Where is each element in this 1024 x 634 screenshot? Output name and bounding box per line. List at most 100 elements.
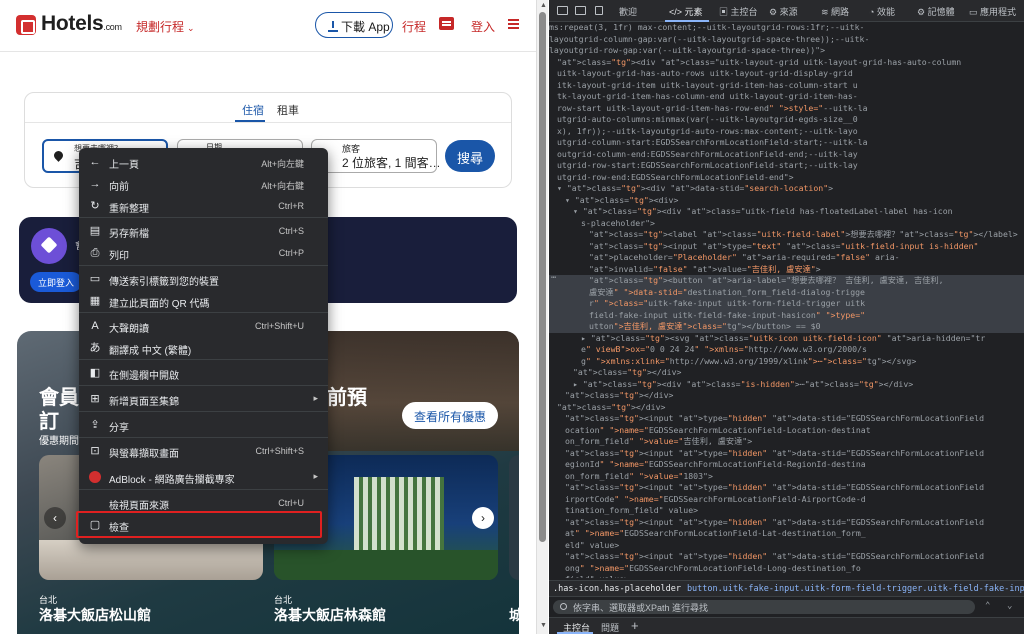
tab-sources[interactable]: ⚙ 來源 xyxy=(769,5,798,18)
tab-memory[interactable]: ⚙ 記憶體 xyxy=(917,5,955,18)
add-tab-icon[interactable]: + xyxy=(631,618,639,633)
element-breadcrumb[interactable]: .has-icon.has-placeholder button.uitk-fak… xyxy=(549,580,1024,596)
dom-line[interactable]: on_form_field" ">value="1803"> xyxy=(549,471,1024,483)
dom-line[interactable]: ▸ "at">class="tg"><div "at">class="is-hi… xyxy=(549,379,1024,391)
dom-line[interactable]: row-start uitk-layout-grid-item-has-row-… xyxy=(549,103,1024,115)
tab-application[interactable]: ▭ 應用程式 xyxy=(969,5,1016,18)
dom-line[interactable]: egionId" ">name="EGDSSearchFormLocationF… xyxy=(549,459,1024,471)
dom-line[interactable]: field-fake-input uitk-field-fake-input-h… xyxy=(549,309,1024,321)
dom-line[interactable]: "at">class="tg"></div> xyxy=(549,402,1024,414)
context-menu-item[interactable]: ▤ 另存新檔 Ctrl+S xyxy=(79,221,328,243)
scroll-down-arrow-icon[interactable]: ▼ xyxy=(540,622,547,629)
dom-line[interactable]: ms:repeat(3, 1fr) max-content;--uitk-lay… xyxy=(549,22,1024,34)
dom-line[interactable]: irportCode" ">name="EGDSSearchFormLocati… xyxy=(549,494,1024,506)
hotel-name[interactable]: 城 xyxy=(509,605,519,625)
find-input[interactable]: 依字串、選取器或XPath 進行尋找 xyxy=(553,600,975,614)
dom-line[interactable]: layoutgrid-row-gap:var(--uitk-layoutgrid… xyxy=(549,45,1024,57)
dom-line[interactable]: utgrid-row-start:EGDSSearchFormLocationF… xyxy=(549,160,1024,172)
scroll-up-arrow-icon[interactable]: ▲ xyxy=(540,2,547,9)
chat-icon[interactable] xyxy=(439,17,454,30)
context-menu-item[interactable]: → 向前 Alt+向右鍵 xyxy=(79,174,328,196)
tab-stays[interactable]: 住宿 xyxy=(242,102,264,118)
context-menu-item[interactable]: ← 上一頁 Alt+向左鍵 xyxy=(79,152,328,174)
dom-line[interactable]: ong" ">name="EGDSSearchFormLocationField… xyxy=(549,563,1024,575)
hotels-logo-icon[interactable] xyxy=(16,15,36,35)
view-all-deals-button[interactable]: 查看所有優惠 xyxy=(402,402,498,429)
dom-line[interactable]: "at">class="tg"></div> xyxy=(549,367,1024,379)
dom-line[interactable]: "at">class="tg"><button "at">aria-label=… xyxy=(549,275,1024,287)
dom-line[interactable]: at" ">name="EGDSSearchFormLocationField-… xyxy=(549,528,1024,540)
dom-line[interactable]: tination_form_field" value> xyxy=(549,505,1024,517)
more-options-icon[interactable]: ⋯ xyxy=(551,273,556,283)
dom-line[interactable]: ▸ "at">class="tg"><svg "at">class="uitk-… xyxy=(549,333,1024,345)
dom-line[interactable]: s-placeholder"> xyxy=(549,218,1024,230)
dom-line[interactable]: "at">class="tg"><input "at">type="hidden… xyxy=(549,448,1024,460)
dom-line[interactable]: utgrid-column-start:EGDSSearchFormLocati… xyxy=(549,137,1024,149)
dom-line[interactable]: layoutgrid-column-gap:var(--uitk-layoutg… xyxy=(549,34,1024,46)
carousel-prev-button[interactable]: ‹ xyxy=(44,507,66,529)
download-app-button[interactable]: 下載 App xyxy=(315,12,393,38)
context-menu-item[interactable]: ▭ 傳送索引標籤到您的裝置 xyxy=(79,269,328,291)
inspect-element-icon[interactable] xyxy=(557,6,568,15)
dom-line[interactable]: "at">class="tg"><input "at">type="text" … xyxy=(549,241,1024,253)
tab-cars[interactable]: 租車 xyxy=(277,102,299,118)
hotel-name[interactable]: 洛碁大飯店林森館 xyxy=(274,605,386,625)
carousel-next-button[interactable]: › xyxy=(472,507,494,529)
dom-line[interactable]: g" ">xmlns:xlink="http://www.w3.org/1999… xyxy=(549,356,1024,368)
tab-console[interactable]: ▣ 主控台 xyxy=(719,5,758,18)
dom-line[interactable]: eld" value> xyxy=(549,540,1024,552)
dom-line[interactable]: field" value> xyxy=(549,574,1024,578)
dom-line[interactable]: ▾ "at">class="tg"><div "at">data-stid="s… xyxy=(549,183,1024,195)
search-button[interactable]: 搜尋 xyxy=(445,140,495,172)
dom-line[interactable]: utgrid-row-end:EGDSSearchFormLocationFie… xyxy=(549,172,1024,184)
dom-line[interactable]: r" ">class="uitk-fake-input uitk-form-fi… xyxy=(549,298,1024,310)
context-menu-item[interactable]: あ翻譯成 中文 (繁體) xyxy=(79,338,328,360)
dom-line[interactable]: ▾ "at">class="tg"><div "at">class="uitk-… xyxy=(549,206,1024,218)
tab-network[interactable]: ≋ 網路 xyxy=(821,5,849,18)
login-link[interactable]: 登入 xyxy=(471,18,495,35)
page-scrollbar[interactable]: ▲ ▼ xyxy=(536,0,548,634)
dom-line[interactable]: ▾ "at">class="tg"><div> xyxy=(549,195,1024,207)
context-menu-item[interactable]: ⊞ 新增頁面至集錦 ▸ xyxy=(79,389,328,411)
dom-line[interactable]: outgrid-column-end:EGDSSearchFormLocatio… xyxy=(549,149,1024,161)
dom-line[interactable]: uitk-layout-grid-has-auto-rows uitk-layo… xyxy=(549,68,1024,80)
dom-line[interactable]: "at">class="tg"><div "at">class="uitk-la… xyxy=(549,57,1024,69)
dom-line[interactable]: utgrid-auto-columns:minmax(var(--uitk-la… xyxy=(549,114,1024,126)
dom-line[interactable]: "at">class="tg"><input "at">type="hidden… xyxy=(549,413,1024,425)
dom-line[interactable]: "at">class="tg"></div> xyxy=(549,390,1024,402)
dom-line[interactable]: "at">placeholder="Placeholder" "at">aria… xyxy=(549,252,1024,264)
dom-line[interactable]: tk-layout-grid-item-has-column-end uitk-… xyxy=(549,91,1024,103)
dom-line[interactable]: utton">吉佳利, 盧安達">class="tg"></button> ==… xyxy=(549,321,1024,333)
login-now-button[interactable]: 立即登入 xyxy=(30,272,82,292)
context-menu-item[interactable]: ◧ 在側邊欄中開啟 xyxy=(79,363,328,385)
tab-welcome[interactable]: 歡迎 xyxy=(619,5,637,18)
guests-field[interactable]: 旅客 2 位旅客, 1 間客… xyxy=(311,139,441,173)
dom-tree[interactable]: ms:repeat(3, 1fr) max-content;--uitk-lay… xyxy=(549,22,1024,578)
trips-link[interactable]: 行程 xyxy=(402,18,426,35)
scrollbar-thumb[interactable] xyxy=(539,12,546,542)
context-menu-item[interactable]: ⎙ 列印 Ctrl+P xyxy=(79,243,328,265)
hamburger-menu-icon[interactable] xyxy=(508,19,519,21)
sidebar-toggle-icon[interactable] xyxy=(595,6,603,15)
dom-line[interactable]: "at">class="tg"><input "at">type="hidden… xyxy=(549,517,1024,529)
find-next-icon[interactable]: ⌄ xyxy=(1007,601,1012,611)
dom-line[interactable]: "at">invalid="false" "at">value="吉佳利, 盧安… xyxy=(549,264,1024,276)
dom-line[interactable]: "at">class="tg"><input "at">type="hidden… xyxy=(549,482,1024,494)
tab-performance[interactable]: ◔ 效能 xyxy=(869,5,895,18)
hotel-name[interactable]: 洛碁大飯店松山館 xyxy=(39,605,151,625)
dom-line[interactable]: on_form_field" ">value="吉佳利, 盧安達"> xyxy=(549,436,1024,448)
dom-line[interactable]: ocation" ">name="EGDSSearchFormLocationF… xyxy=(549,425,1024,437)
context-menu-item[interactable]: ⇪ 分享 xyxy=(79,415,328,437)
context-menu-item[interactable]: ↻ 重新整理 Ctrl+R xyxy=(79,196,328,218)
dom-line[interactable]: "at">class="tg"><label "at">class="uitk-… xyxy=(549,229,1024,241)
plan-trip-menu[interactable]: 規劃行程 ⌄ xyxy=(136,18,195,35)
device-emulation-icon[interactable] xyxy=(575,6,586,15)
site-logo[interactable]: Hotels.com xyxy=(41,12,122,36)
context-menu-item[interactable]: A 大聲朗讀 Ctrl+Shift+U xyxy=(79,316,328,338)
dom-line[interactable]: x), 1fr));--uitk-layoutgrid-auto-rows:ma… xyxy=(549,126,1024,138)
drawer-tab-issues[interactable]: 問題 xyxy=(601,621,619,634)
hotel-card[interactable] xyxy=(509,455,519,580)
dom-line[interactable]: e" viewB">ox="0 0 24 24" ">xmlns="http:/… xyxy=(549,344,1024,356)
tab-elements[interactable]: </> 元素 xyxy=(669,5,703,18)
dom-line[interactable]: "at">class="tg"><input "at">type="hidden… xyxy=(549,551,1024,563)
